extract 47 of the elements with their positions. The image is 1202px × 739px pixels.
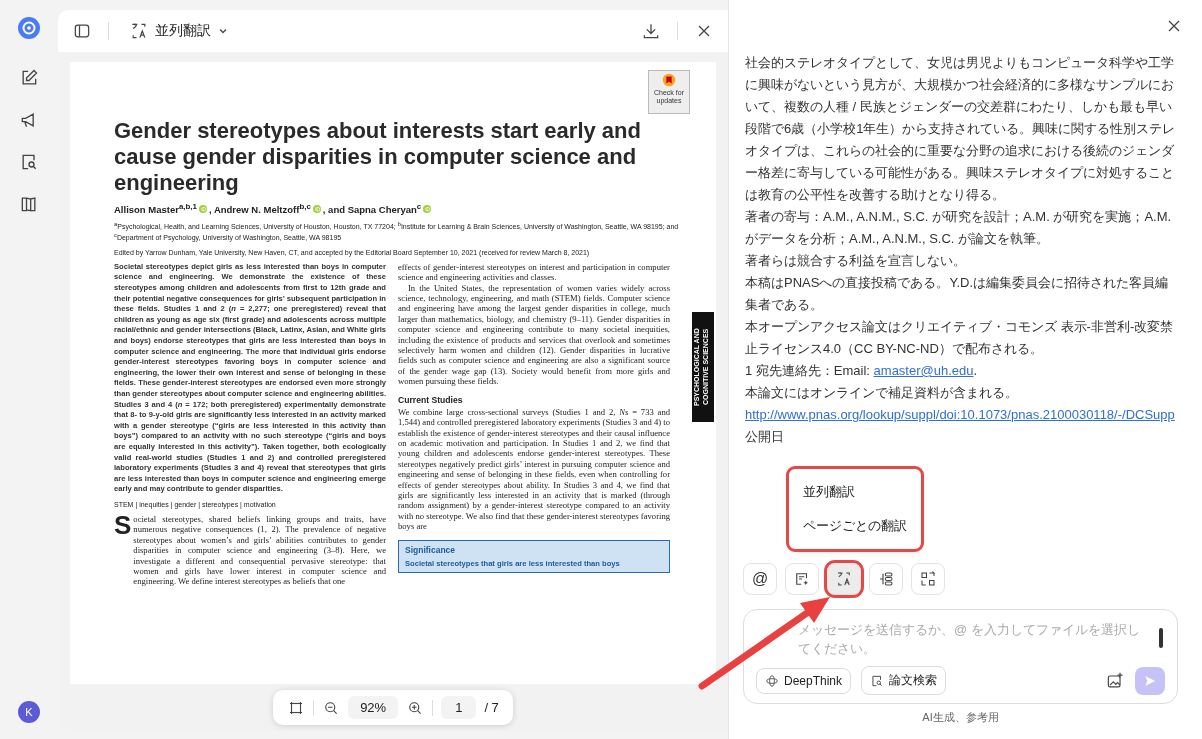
tool-button[interactable]	[827, 563, 861, 595]
atom-icon	[765, 673, 779, 688]
zoom-level[interactable]: 92%	[348, 696, 399, 719]
paper-search-button[interactable]: 論文検索	[861, 666, 947, 695]
translated-paragraph: 著者の寄与：A.M., A.N.M., S.C. が研究を設計；A.M. が研究を実施；A.M. がデータを分析；A.M., A.N.M., S.C. が論文を執筆。	[745, 208, 1173, 248]
author-name: , and Sapna Cheryan$^{c}$	[322, 202, 422, 216]
author-name: , Andrew N. Meltzoff$^{b,c}$	[208, 202, 311, 216]
tool-button[interactable]	[911, 563, 945, 595]
supplement-link[interactable]: http://www.pnas.org/lookup/suppl/doi:10.1073/pnas.2100030118/-/DCSupp	[745, 404, 1178, 426]
outline-list-icon	[877, 570, 895, 588]
translate-icon	[835, 570, 853, 588]
body-paragraph: ocietal stereotypes, shared beliefs linking groups and traits, have numerous negative consequences (1, 2). The prevalence of negative stereotypes about women’s and girls’ abilities contributes to gender disparities in computer science and engineering (3–8). Here, we investigate a different and consequential pervasive stereotype: that women and girls have lower interest in computer science and engineering. We define interest stereotypes as beliefs that one	[133, 513, 386, 587]
translated-paragraph: 本論文にはオンラインで補足資料が含まれる。	[745, 384, 1019, 402]
app-logo-icon[interactable]	[17, 16, 41, 40]
body-paragraph: We combine large cross-sectional surveys (Studies 1 and 2, Ns = 733 and 1,544) and controlled preregistered laboratory experiments (Studies 3 and 4) to establish the existence of gender-interest stereotypes and their causal influence on academic motivation and participation. In Studies 1 and 2, we find that young children and adolescents endorse gender-interest stereotypes. These stereotypes negatively predict girls’ interest in pursuing computer science and engineering and sense of belonging in these fields, even when controlling for effects of gender stereotypes about ability. In Studies 3 and 4, we find that girls are significantly less interested in an activity that is marked (through random assignment) by a gender-interest stereotype compared to an activity with no stereotype. We also find that these gender-interest stereotypes favoring boys are	[398, 406, 670, 532]
email-link[interactable]: amaster@uh.edu	[873, 363, 974, 378]
translated-paragraph: 本稿はPNASへの直接投稿である。Y.D.は編集委員会に招待された客員編集者である。	[745, 274, 1169, 314]
user-avatar[interactable]: K	[18, 701, 40, 723]
translated-paragraph: 著者らは競合する利益を宣言しない。	[745, 252, 967, 270]
body-paragraph: In the United States, the representation of women varies widely across science, technology, engineering, and math (STEM) fields. Computer science and engineering have among the largest gender disparities in college, much larger than mathematics, biology, and chemistry (9–11). Gender disparities in computer science and engineering contribute to many societal inequities, including the existence of products and services that overlook and sometimes selectively harm women and children (12). Gender disparities in lucrative fields such as computer science and engineering are also a significant source of the gender wage gap (13). Society would benefit from more girls and women pursuing these fields.	[398, 282, 670, 387]
document-search-icon	[870, 673, 885, 688]
book-icon[interactable]	[19, 194, 39, 214]
translated-paragraph: 本オープンアクセス論文はクリエイティブ・コモンズ 表示-非営利-改変禁止ライセンス4.0（CC BY-NC-ND）で配布される。	[745, 318, 1175, 358]
note-sparkle-icon	[793, 570, 811, 588]
page-total: / 7	[484, 700, 499, 715]
section-heading: Current Studies	[398, 394, 464, 405]
body-paragraph: effects of gender-interest stereotypes on interest and participation in computer science and engineering activities and classes.	[398, 261, 670, 283]
download-icon[interactable]	[641, 21, 661, 41]
menu-item[interactable]: 並列翻訳	[795, 475, 915, 509]
deepthink-button[interactable]: DeepThink	[756, 667, 852, 694]
translated-paragraph: 公開日	[745, 428, 785, 446]
mention-button[interactable]: @	[743, 563, 777, 595]
tool-button[interactable]	[785, 563, 819, 595]
translation-mode-dropdown[interactable]: 並列翻訳	[125, 17, 233, 45]
disclaimer: AI生成、参考用	[921, 710, 1000, 725]
significance-heading: Significance	[405, 544, 457, 555]
drop-cap: S	[114, 513, 132, 542]
page-number-field[interactable]: 1	[441, 696, 477, 719]
scrollbar-thumb[interactable]	[1159, 628, 1163, 648]
scan-swap-icon	[919, 570, 937, 588]
paper-title: Gender stereotypes about interests start early and cause gender disparities in computer science and engineering	[114, 118, 642, 196]
translated-paragraph: 1 宛先連絡先：Email: amaster@uh.edu.	[745, 362, 979, 380]
translated-paragraph: 社会的ステレオタイプとして、女児は男児よりもコンピュータ科学や工学に興味がないという見方が、大規模かつ社会経済的に多様なサンプルにおいて、複数の人種 / 民族とジェンダーの交差群にわたり、しかも最も早い段階で6歳（小学校1年生）から支持されている。興味に関する性別ステレオタイプは、これらの社会的に重要な分野の追求における後続のジェンダー格差に寄与している可能性がある。興味ステレオタイプに対処することは教育の公平性を改善する助けとなり得る。	[745, 54, 1177, 204]
menu-item[interactable]: ページごとの翻訳	[795, 509, 915, 543]
tool-button[interactable]	[869, 563, 903, 595]
author-name: Allison Master$^{a,b,1}$	[114, 202, 197, 216]
message-input[interactable]: メッセージを送信するか、@ を入力してファイルを選択してください。 DeepThink 論文検索	[743, 609, 1178, 704]
